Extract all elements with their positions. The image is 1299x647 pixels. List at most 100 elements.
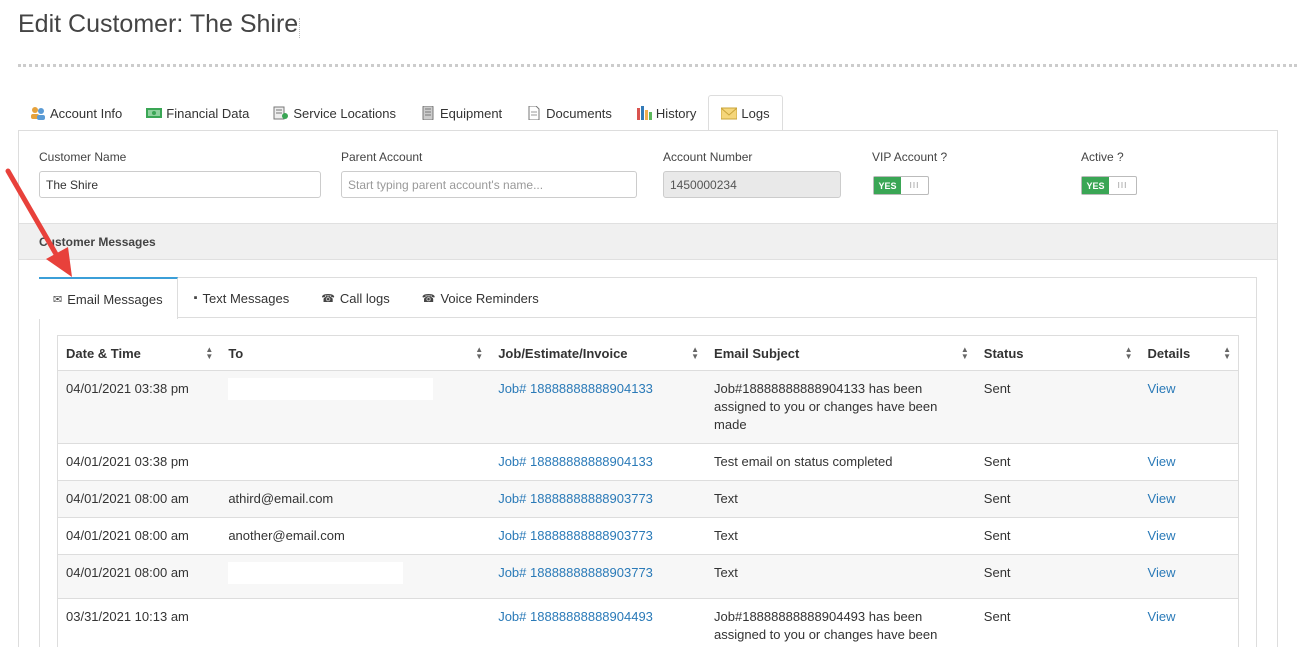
tab-label: Equipment	[440, 105, 503, 121]
document-icon	[526, 105, 542, 121]
cell-date: 04/01/2021 03:38 pm	[57, 370, 221, 444]
cell-date: 04/01/2021 03:38 pm	[57, 443, 221, 481]
view-link[interactable]: View	[1148, 609, 1176, 624]
column-header-status[interactable]: Status ▲ ▼	[975, 335, 1140, 371]
table-row: 04/01/2021 08:00 am Job# 188888888889037…	[57, 554, 1239, 599]
message-tabs: ✉ Email Messages ▪ Text Messages ☎ Call …	[39, 277, 1257, 319]
job-link[interactable]: Job# 18888888888904133	[498, 454, 653, 469]
email-messages-table: Date & Time ▲ ▼ To ▲ ▼ Job/Estimate/Invoice ▲…	[57, 335, 1239, 647]
history-icon	[636, 106, 652, 120]
cell-status: Sent	[975, 554, 1140, 599]
cell-subject: Text	[706, 480, 976, 518]
tab-service-locations[interactable]: Service Locations	[261, 95, 408, 131]
toggle-handle: III	[1117, 181, 1128, 190]
view-link[interactable]: View	[1148, 381, 1176, 396]
tab-equipment[interactable]: Equipment	[408, 95, 514, 131]
cell-status: Sent	[975, 480, 1140, 518]
active-label: Active ?	[1081, 150, 1124, 164]
sort-icon: ▲ ▼	[475, 345, 484, 361]
cell-subject: Text	[706, 517, 976, 555]
sort-icon: ▲ ▼	[1124, 345, 1133, 361]
job-link[interactable]: Job# 18888888888903773	[498, 491, 653, 506]
job-link[interactable]: Job# 18888888888904493	[498, 609, 653, 624]
table-row: 03/31/2021 10:13 am Job# 188888888889044…	[57, 598, 1239, 647]
cell-to	[220, 443, 491, 481]
cell-status: Sent	[975, 370, 1140, 444]
job-link[interactable]: Job# 18888888888903773	[498, 565, 653, 580]
cell-date: 04/01/2021 08:00 am	[57, 554, 221, 599]
cell-to	[220, 598, 491, 647]
view-link[interactable]: View	[1148, 491, 1176, 506]
parent-account-input[interactable]	[341, 171, 637, 198]
sort-icon: ▲ ▼	[1223, 345, 1231, 361]
vip-account-label: VIP Account ?	[872, 150, 948, 164]
cell-subject: Text	[706, 554, 976, 599]
tab-text-messages[interactable]: ▪ Text Messages	[178, 278, 306, 318]
cell-subject: Job#18888888888904133 has been assigned …	[706, 370, 976, 444]
toggle-on-label: YES	[874, 177, 901, 194]
tab-call-logs[interactable]: ☎ Call logs	[305, 278, 406, 318]
cell-date: 03/31/2021 10:13 am	[57, 598, 221, 647]
column-header-subject[interactable]: Email Subject ▲ ▼	[706, 335, 976, 371]
toggle-handle: III	[909, 181, 920, 190]
cell-to	[220, 554, 491, 599]
redacted-recipient	[228, 562, 404, 584]
phone-icon: ☎	[421, 292, 436, 305]
envelope-icon: ✉	[53, 293, 63, 306]
tab-voice-reminders[interactable]: ☎ Voice Reminders	[406, 278, 555, 318]
table-row: 04/01/2021 08:00 am athird@email.com Job…	[57, 480, 1239, 518]
tab-label: Account Info	[50, 105, 123, 121]
column-header-to[interactable]: To ▲ ▼	[220, 335, 491, 371]
parent-account-label: Parent Account	[341, 150, 423, 164]
main-tabs: Account Info Financial Data Service Loca…	[18, 95, 783, 131]
equipment-icon	[420, 105, 436, 121]
view-link[interactable]: View	[1148, 454, 1176, 469]
sort-icon: ▲ ▼	[205, 345, 214, 361]
vip-account-toggle[interactable]: YES III	[873, 176, 929, 195]
view-link[interactable]: View	[1148, 565, 1176, 580]
column-header-date[interactable]: Date & Time ▲ ▼	[57, 335, 221, 371]
table-row: 04/01/2021 03:38 pm Job# 188888888889041…	[57, 370, 1239, 444]
tab-label: Financial Data	[166, 105, 250, 121]
tab-logs[interactable]: Logs	[708, 95, 783, 131]
money-icon	[146, 106, 163, 120]
tab-documents[interactable]: Documents	[514, 95, 624, 131]
toggle-on-label: YES	[1082, 177, 1109, 194]
tab-account-info[interactable]: Account Info	[18, 95, 134, 131]
tab-label: History	[655, 105, 697, 121]
cell-status: Sent	[975, 443, 1140, 481]
active-toggle[interactable]: YES III	[1081, 176, 1137, 195]
users-icon	[30, 106, 46, 120]
tab-label: Call logs	[339, 290, 390, 306]
cell-status: Sent	[975, 517, 1140, 555]
phone-icon: ☎	[321, 292, 335, 305]
cell-date: 04/01/2021 08:00 am	[57, 517, 221, 555]
cell-to: another@email.com	[220, 517, 491, 555]
sort-icon: ▲ ▼	[691, 345, 700, 361]
table-header-row: Date & Time ▲ ▼ To ▲ ▼ Job/Estimate/Invoice ▲…	[57, 335, 1239, 371]
column-header-details[interactable]: Details ▲ ▼	[1139, 335, 1239, 371]
account-number-label: Account Number	[663, 150, 753, 164]
cell-subject: Job#18888888888904493 has been assigned …	[706, 598, 976, 647]
logs-panel: Customer Name Parent Account Account Num…	[18, 130, 1278, 647]
dotted-divider	[18, 64, 1297, 67]
tab-financial-data[interactable]: Financial Data	[134, 95, 261, 131]
tab-history[interactable]: History	[624, 95, 708, 131]
cell-to	[220, 370, 491, 444]
view-link[interactable]: View	[1148, 528, 1176, 543]
comment-icon: ▪	[193, 292, 198, 304]
customer-messages-header: Customer Messages	[19, 223, 1277, 260]
column-header-job[interactable]: Job/Estimate/Invoice ▲ ▼	[490, 335, 707, 371]
tab-label: Documents	[546, 105, 612, 121]
table-row: 04/01/2021 08:00 am another@email.com Jo…	[57, 517, 1239, 555]
cell-date: 04/01/2021 08:00 am	[57, 480, 221, 518]
sort-icon: ▲ ▼	[960, 345, 969, 361]
location-icon	[273, 106, 289, 120]
table-row: 04/01/2021 03:38 pm Job# 188888888889041…	[57, 443, 1239, 481]
cell-subject: Test email on status completed	[706, 443, 976, 481]
page-title: Edit Customer: The Shire	[18, 10, 299, 38]
annotation-arrow-icon	[5, 168, 72, 277]
job-link[interactable]: Job# 18888888888904133	[498, 381, 653, 396]
customer-name-label: Customer Name	[39, 150, 127, 164]
job-link[interactable]: Job# 18888888888903773	[498, 528, 653, 543]
